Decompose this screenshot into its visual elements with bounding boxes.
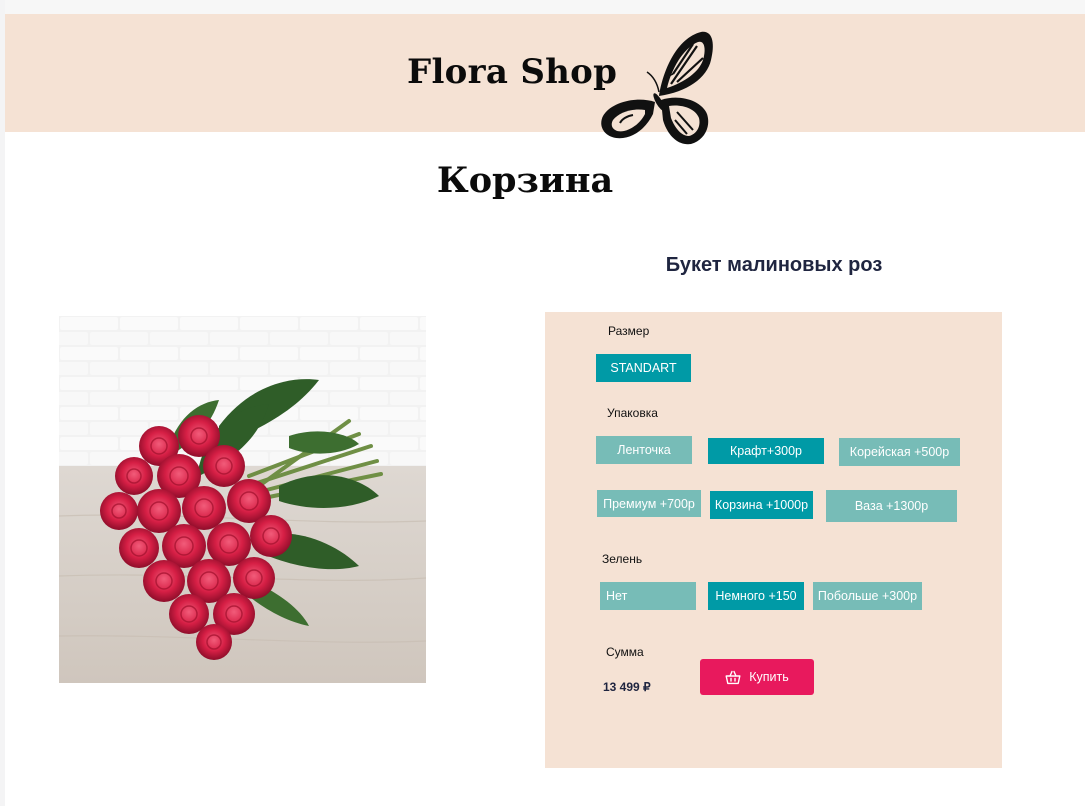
product-name: Букет малиновых роз [665, 254, 883, 276]
brand-logo-text[interactable]: Flora Shop [407, 52, 617, 92]
sum-label: Сумма [606, 645, 644, 659]
greens-option-none[interactable]: Нет [600, 582, 696, 610]
page: Flora Shop Корзина Букет малиновых роз Р… [5, 0, 1085, 806]
product-photo [59, 316, 426, 683]
packaging-option-premium[interactable]: Премиум +700р [597, 490, 701, 517]
buy-button-label: Купить [749, 670, 789, 684]
packaging-label: Упаковка [607, 406, 658, 420]
basket-icon [725, 670, 741, 684]
size-label: Размер [608, 324, 650, 338]
greens-option-more[interactable]: Побольше +300р [813, 582, 922, 610]
site-header: Flora Shop [5, 14, 1085, 145]
packaging-option-vase[interactable]: Ваза +1300р [826, 490, 957, 522]
packaging-option-kraft[interactable]: Крафт+300р [708, 438, 824, 464]
butterfly-icon [601, 31, 713, 145]
greens-label: Зелень [602, 552, 643, 566]
size-option-standart[interactable]: STANDART [596, 354, 691, 382]
page-title: Корзина [436, 160, 614, 201]
packaging-option-korean[interactable]: Корейская +500р [839, 438, 960, 466]
greens-option-some[interactable]: Немного +150 [708, 582, 804, 610]
packaging-option-ribbon[interactable]: Ленточка [596, 436, 692, 464]
buy-button[interactable]: Купить [700, 659, 814, 695]
packaging-option-basket[interactable]: Корзина +1000р [710, 491, 813, 519]
options-panel: Размер STANDART Упаковка Ленточка Крафт+… [545, 312, 1002, 768]
total-price: 13 499 ₽ [603, 680, 651, 694]
top-strip [5, 0, 1085, 14]
